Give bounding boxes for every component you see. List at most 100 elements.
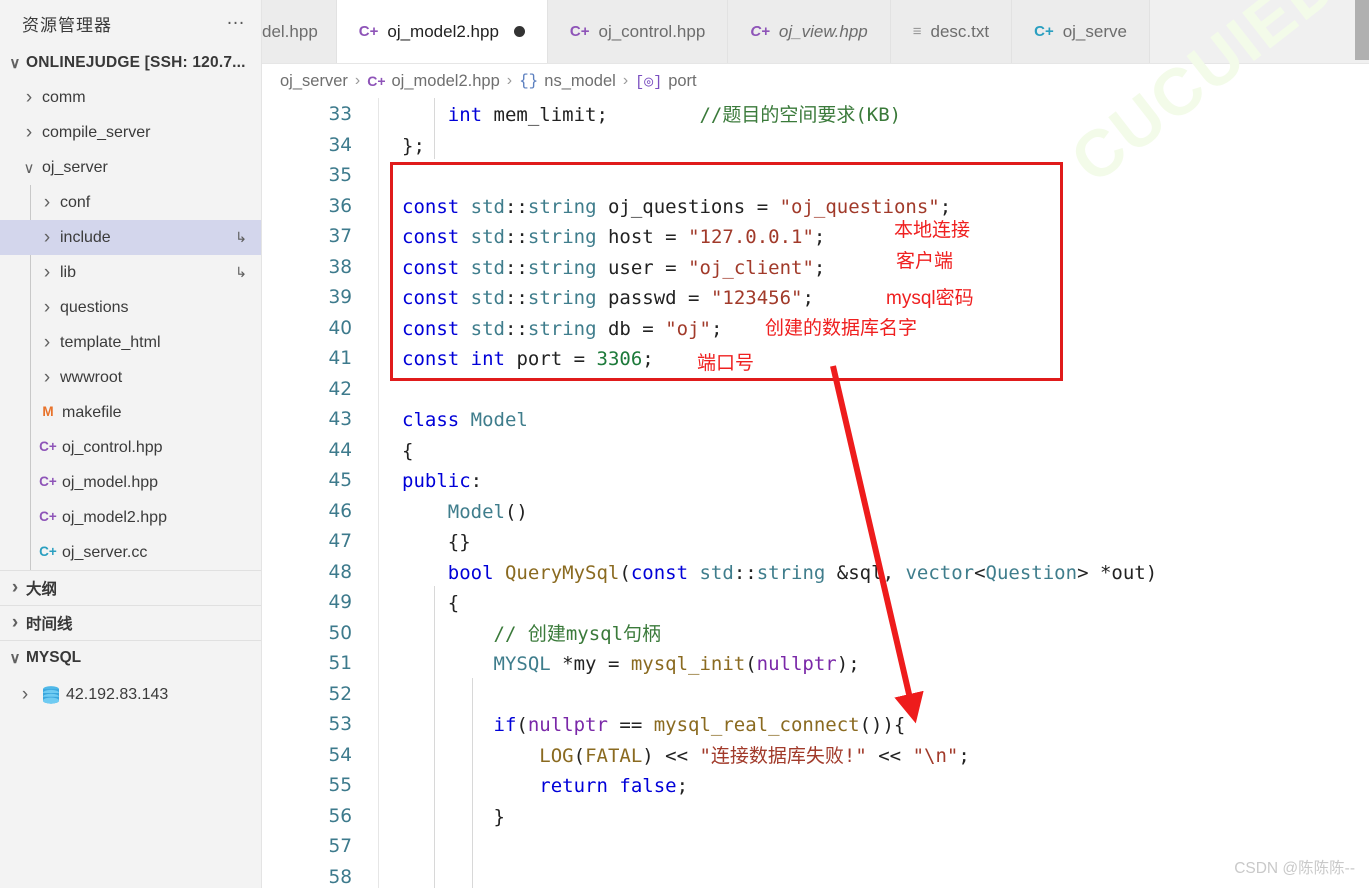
unsaved-indicator-icon[interactable] xyxy=(513,26,525,37)
chevron-right-icon xyxy=(36,332,58,354)
code-line[interactable]: const std::string oj_questions = "oj_que… xyxy=(402,192,1157,223)
tree-item-label: lib xyxy=(60,263,77,281)
line-number: 40 xyxy=(328,317,352,339)
code-line[interactable] xyxy=(402,832,1157,863)
tree-item-label: oj_control.hpp xyxy=(62,438,163,456)
tree-item-oj-server-cc[interactable]: C+ oj_server.cc xyxy=(0,535,261,570)
chevron-right-icon xyxy=(36,297,58,319)
code-content[interactable]: int mem_limit; //题目的空间要求(KB)}; const std… xyxy=(402,100,1157,888)
chevron-down-icon xyxy=(4,54,26,72)
tree-item-badge-icon: ↳ xyxy=(235,264,247,280)
tab-oj-view-hpp[interactable]: C+ oj_view.hpp xyxy=(728,0,891,63)
code-line[interactable] xyxy=(402,863,1157,888)
tab-oj-model2-hpp[interactable]: C+ oj_model2.hpp xyxy=(336,0,548,63)
tab-label: del.hpp xyxy=(262,21,318,41)
vertical-scrollbar-thumb[interactable] xyxy=(1355,0,1369,60)
chevron-right-icon xyxy=(4,612,26,634)
line-number: 36 xyxy=(328,195,352,217)
file-tree: commcompile_serveroj_serverconfinclude↳l… xyxy=(0,80,261,570)
tree-item-lib[interactable]: lib ↳ xyxy=(0,255,261,290)
chevron-right-icon xyxy=(14,684,36,706)
breadcrumb-item-oj-server[interactable]: oj_server xyxy=(280,72,348,91)
chevron-right-icon xyxy=(18,122,40,144)
line-number: 45 xyxy=(328,470,352,491)
code-line[interactable]: bool QueryMySql(const std::string &sql, … xyxy=(402,558,1157,589)
code-line[interactable]: { xyxy=(402,588,1157,619)
chevron-right-icon xyxy=(36,262,58,284)
tree-item-comm[interactable]: comm xyxy=(0,80,261,115)
code-line[interactable]: const std::string db = "oj"; xyxy=(402,314,1157,345)
breadcrumb-item-oj-model2-hpp[interactable]: C+ oj_model2.hpp xyxy=(367,72,500,91)
code-line[interactable]: MYSQL *my = mysql_init(nullptr); xyxy=(402,649,1157,680)
code-line[interactable]: public: xyxy=(402,466,1157,497)
tab-oj-serve[interactable]: C+ oj_serve xyxy=(1012,0,1150,63)
sidebar-panels: 大纲时间线 MYSQL xyxy=(0,570,261,675)
sidebar-panel-2[interactable]: MYSQL xyxy=(0,640,261,675)
breadcrumb-label: oj_server xyxy=(280,71,348,90)
database-icon xyxy=(36,684,66,706)
chevron-right-icon xyxy=(18,87,40,109)
breadcrumb-item-ns-model[interactable]: {} ns_model xyxy=(519,72,616,91)
code-line[interactable]: const std::string user = "oj_client"; xyxy=(402,253,1157,284)
code-line[interactable]: int mem_limit; //题目的空间要求(KB) xyxy=(402,100,1157,131)
code-line[interactable]: return false; xyxy=(402,771,1157,802)
code-line[interactable]: } xyxy=(402,802,1157,833)
breadcrumb-label: oj_model2.hpp xyxy=(391,71,500,90)
tree-item-wwwroot[interactable]: wwwroot xyxy=(0,360,261,395)
line-number: 42 xyxy=(328,378,352,400)
tree-item-label: questions xyxy=(60,298,129,316)
breadcrumb-item-port[interactable]: [◎] port xyxy=(635,72,696,91)
tree-item-include[interactable]: include ↳ xyxy=(0,220,261,255)
tab-label: oj_serve xyxy=(1062,21,1127,41)
tree-item-questions[interactable]: questions xyxy=(0,290,261,325)
cpp-file-icon: C+ xyxy=(39,439,57,454)
line-number: 44 xyxy=(328,439,352,461)
chevron-right-icon xyxy=(36,227,58,249)
tree-item-oj-model2-hpp[interactable]: C+ oj_model2.hpp xyxy=(0,500,261,535)
tab-del-hpp[interactable]: del.hpp xyxy=(262,0,337,63)
more-actions-icon[interactable]: … xyxy=(226,9,247,32)
line-number: 38 xyxy=(328,256,352,278)
code-line[interactable] xyxy=(402,680,1157,711)
code-line[interactable]: // 创建mysql句柄 xyxy=(402,619,1157,650)
code-line[interactable]: class Model xyxy=(402,405,1157,436)
tree-item-label: oj_model.hpp xyxy=(62,473,159,491)
code-line[interactable]: const int port = 3306; xyxy=(402,344,1157,375)
code-line[interactable]: Model() xyxy=(402,497,1157,528)
tab-desc-txt[interactable]: ≡ desc.txt xyxy=(890,0,1013,63)
text-icon: ≡ xyxy=(912,23,922,40)
sidebar-panel-1[interactable]: 时间线 xyxy=(0,605,261,640)
tab-oj-control-hpp[interactable]: C+ oj_control.hpp xyxy=(547,0,729,63)
breadcrumb-separator-icon: › xyxy=(622,72,629,89)
editor-area: del.hpp C+ oj_model2.hpp C+ oj_control.hpp C+… xyxy=(262,0,1369,888)
code-line[interactable]: }; xyxy=(402,131,1157,162)
code-line[interactable]: if(nullptr == mysql_real_connect()){ xyxy=(402,710,1157,741)
tab-label: oj_view.hpp xyxy=(778,21,868,41)
indent-guide xyxy=(434,586,435,888)
tree-item-oj-model-hpp[interactable]: C+ oj_model.hpp xyxy=(0,465,261,500)
line-number: 34 xyxy=(328,134,352,156)
tree-item-makefile[interactable]: Mmakefile xyxy=(0,395,261,430)
code-line[interactable]: {} xyxy=(402,527,1157,558)
code-line[interactable] xyxy=(402,161,1157,192)
tree-item-oj-control-hpp[interactable]: C+ oj_control.hpp xyxy=(0,430,261,465)
cpp-icon: C+ xyxy=(358,23,379,40)
line-number: 48 xyxy=(328,561,352,583)
code-line[interactable]: const std::string host = "127.0.0.1"; xyxy=(402,222,1157,253)
code-line[interactable]: const std::string passwd = "123456"; xyxy=(402,283,1157,314)
tree-item-template-html[interactable]: template_html xyxy=(0,325,261,360)
explorer-header: 资源管理器 … xyxy=(0,0,261,46)
code-editor[interactable]: 33 34 35 36 37 38 39 40 41 42 43 44 45 46 47 48 49 50 51 52… xyxy=(262,98,1369,888)
cc-icon: C+ xyxy=(1034,23,1054,40)
tab-label: oj_control.hpp xyxy=(598,21,706,41)
breadcrumb-label: port xyxy=(668,71,697,90)
tree-item-compile-server[interactable]: compile_server xyxy=(0,115,261,150)
tree-item-oj-server[interactable]: oj_server xyxy=(0,150,261,185)
code-line[interactable]: { xyxy=(402,436,1157,467)
db-connection-row[interactable]: 42.192.83.143 xyxy=(0,675,261,715)
code-line[interactable] xyxy=(402,375,1157,406)
code-line[interactable]: LOG(FATAL) << "连接数据库失败!" << "\n"; xyxy=(402,741,1157,772)
workspace-root-row[interactable]: ONLINEJUDGE [SSH: 120.7... xyxy=(0,46,261,80)
sidebar-panel-0[interactable]: 大纲 xyxy=(0,570,261,605)
tree-item-conf[interactable]: conf xyxy=(0,185,261,220)
